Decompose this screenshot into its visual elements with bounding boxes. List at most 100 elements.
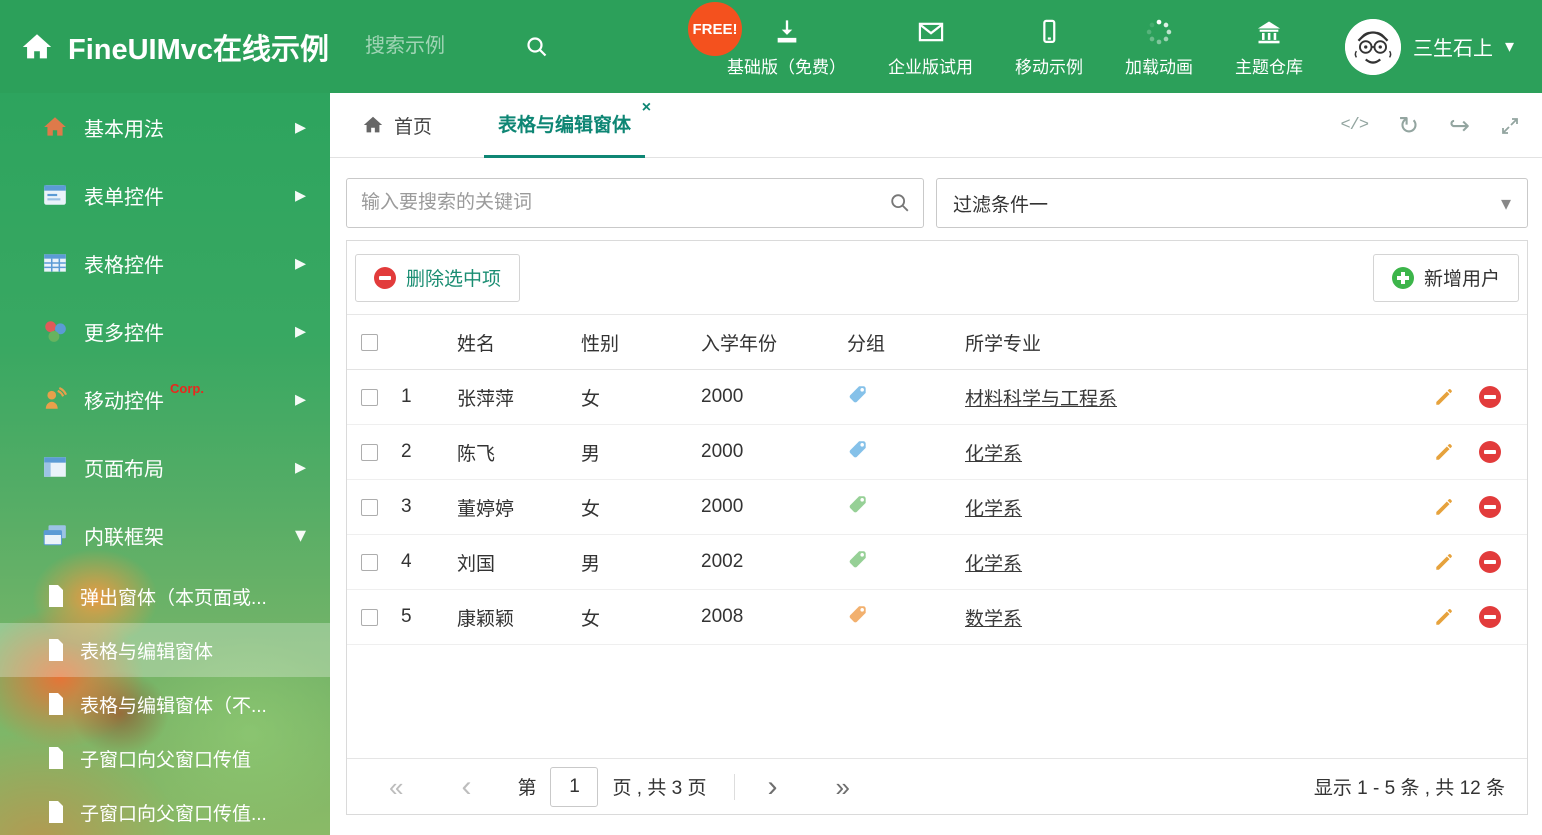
col-year[interactable]: 入学年份 [701,329,847,356]
cell-name: 陈飞 [457,443,496,465]
nav-enterprise-trial[interactable]: 企业版试用 [867,16,994,78]
table-icon [42,250,68,276]
sidebar-item-more-controls[interactable]: 更多控件 [0,297,330,365]
tab-home[interactable]: 首页 [362,112,432,139]
delete-icon[interactable] [1479,386,1501,408]
nav-label: 移动示例 [1015,57,1083,77]
delete-icon[interactable] [1479,496,1501,518]
pager-first-icon[interactable] [389,774,403,800]
tag-icon [847,493,869,515]
row-checkbox[interactable] [361,388,378,406]
delete-icon[interactable] [1479,441,1501,463]
row-checkbox[interactable] [361,498,378,516]
avatar[interactable] [1344,18,1401,75]
sidebar-subitem-popup-window[interactable]: 弹出窗体（本页面或... [0,569,330,623]
chevron-right-icon [295,386,306,412]
edit-icon[interactable] [1433,551,1455,573]
sidebar-item-iframe[interactable]: 内联框架 [0,501,330,569]
tag-icon [847,438,869,460]
col-major[interactable]: 所学专业 [965,329,1397,356]
col-name[interactable]: 姓名 [457,329,581,356]
pager: 第 页 , 共 3 页 显示 1 - 5 条 , 共 12 条 [347,758,1527,814]
edit-icon[interactable] [1433,496,1455,518]
spinner-icon [1145,16,1173,46]
add-user-button[interactable]: 新增用户 [1372,253,1519,302]
cell-gender: 女 [581,388,601,410]
col-group[interactable]: 分组 [847,329,965,356]
home-icon [42,114,68,140]
delete-selected-button[interactable]: 删除选中项 [355,253,521,302]
table-row[interactable]: 2 陈飞 男 2000 化学系 [347,425,1527,480]
delete-icon[interactable] [1479,551,1501,573]
pager-page-input[interactable] [550,766,599,807]
sidebar-item-grid-controls[interactable]: 表格控件 [0,229,330,297]
sidebar-item-page-layout[interactable]: 页面布局 [0,433,330,501]
major-link[interactable]: 化学系 [965,444,1022,465]
major-link[interactable]: 数学系 [965,609,1022,630]
major-link[interactable]: 化学系 [965,499,1022,520]
table-row[interactable]: 3 董婷婷 女 2000 化学系 [347,480,1527,535]
home-icon[interactable] [20,30,54,64]
tag-icon [847,603,869,625]
sidebar-subitem-grid-edit-window-2[interactable]: 表格与编辑窗体（不... [0,677,330,731]
row-checkbox[interactable] [361,443,378,461]
close-tab-icon[interactable] [642,99,651,117]
nav-theme-repo[interactable]: 主题仓库 [1214,16,1324,78]
keyword-search-input[interactable] [361,192,879,214]
bank-icon [1255,16,1283,46]
cell-gender: 男 [581,553,601,575]
search-icon[interactable] [525,35,549,59]
row-checkbox[interactable] [361,553,378,571]
header-search-input[interactable] [365,35,526,58]
pager-prev-icon[interactable] [461,772,471,802]
sidebar-subitem-child-to-parent-2[interactable]: 子窗口向父窗口传值... [0,785,330,835]
select-all-checkbox[interactable] [361,333,378,351]
edit-icon[interactable] [1433,386,1455,408]
tab-grid-edit-window[interactable]: 表格与编辑窗体 [484,93,646,158]
edit-icon[interactable] [1433,441,1455,463]
cell-gender: 男 [581,443,601,465]
table-row[interactable]: 5 康颖颖 女 2008 数学系 [347,590,1527,645]
open-new-window-icon[interactable] [1449,111,1470,141]
pager-label-prefix: 第 [517,778,537,799]
refresh-icon[interactable] [1398,111,1419,141]
nav-loading-animations[interactable]: 加载动画 [1104,16,1214,78]
cell-name: 刘国 [457,553,496,575]
filter-dropdown[interactable]: 过滤条件一 [936,178,1528,228]
app-header: FineUIMvc在线示例 FREE! 基础版（免费） 企业版试用 移动示例 [0,0,1542,93]
pager-summary: 显示 1 - 5 条 , 共 12 条 [1313,778,1505,799]
fullscreen-icon[interactable] [1500,116,1520,136]
header-nav: 基础版（免费） 企业版试用 移动示例 加载动画 主题仓库 [706,0,1324,93]
edit-icon[interactable] [1433,606,1455,628]
sidebar-item-form-controls[interactable]: 表单控件 [0,161,330,229]
grid-toolbar: 删除选中项 新增用户 [347,241,1527,315]
chevron-right-icon [295,454,306,480]
sidebar-item-basic-usage[interactable]: 基本用法 [0,93,330,161]
plus-circle-icon [1391,266,1414,289]
table-row[interactable]: 1 张萍萍 女 2000 材料科学与工程系 [347,370,1527,425]
major-link[interactable]: 化学系 [965,554,1022,575]
row-checkbox[interactable] [361,608,378,626]
col-gender[interactable]: 性别 [581,329,701,356]
sidebar-subitem-child-to-parent[interactable]: 子窗口向父窗口传值 [0,731,330,785]
pager-label-suffix: 页 , 共 3 页 [612,778,707,799]
nav-label: 主题仓库 [1235,57,1303,77]
table-row[interactable]: 4 刘国 男 2002 化学系 [347,535,1527,590]
tab-actions: </> [1340,93,1520,158]
tab-strip: 首页 表格与编辑窗体 </> [330,93,1542,158]
mobile-controls-icon [42,386,68,412]
source-code-icon[interactable]: </> [1340,116,1369,135]
sidebar-subitem-grid-edit-window[interactable]: 表格与编辑窗体 [0,623,330,677]
major-link[interactable]: 材料科学与工程系 [965,389,1117,410]
sidebar-item-mobile-controls[interactable]: 移动控件 Corp. [0,365,330,433]
pager-last-icon[interactable] [835,774,849,800]
search-icon[interactable] [889,192,911,214]
download-icon [773,16,801,46]
delete-icon[interactable] [1479,606,1501,628]
user-menu[interactable]: 三生石上 [1344,0,1514,93]
pager-next-icon[interactable] [767,772,777,802]
chevron-right-icon [295,182,306,208]
cell-year: 2000 [701,386,744,407]
cell-year: 2000 [701,496,744,517]
nav-mobile-demo[interactable]: 移动示例 [994,16,1104,78]
